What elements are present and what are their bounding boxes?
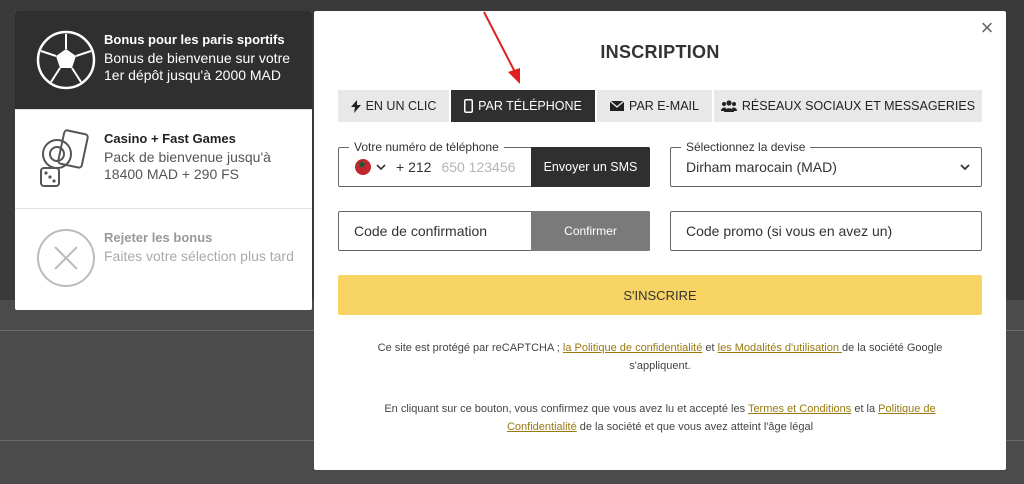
lightning-icon (350, 99, 361, 113)
legal-text: de la société et que vous avez atteint l… (576, 421, 814, 433)
bonus-title: Rejeter les bonus (104, 230, 213, 245)
reject-x-icon (35, 227, 97, 289)
register-button[interactable]: S'INSCRIRE (338, 275, 982, 315)
bonus-title: Bonus pour les paris sportifs (104, 32, 285, 47)
annotation-arrow-icon (483, 11, 520, 84)
bonus-desc: Pack de bienvenue jusqu'à 18400 MAD + 29… (104, 149, 271, 182)
registration-modal: × INSCRIPTION EN UN CLIC PAR TÉLÉPHONE P… (314, 11, 1006, 470)
casino-chips-icon (35, 128, 97, 190)
tab-label: PAR E-MAIL (629, 99, 699, 113)
recaptcha-notice: Ce site est protégé par reCAPTCHA ; la P… (354, 339, 966, 375)
bonus-desc: Bonus de bienvenue sur votre 1er dépôt j… (104, 50, 291, 83)
modal-title: INSCRIPTION (600, 42, 720, 62)
legal-text: et la (851, 403, 879, 415)
currency-value: Dirham marocain (MAD) (686, 159, 837, 175)
promo-code-field[interactable]: Code promo (si vous en avez un) (670, 211, 982, 251)
phone-label: Votre numéro de téléphone (349, 140, 504, 154)
country-code: + 212 (396, 159, 432, 175)
bonus-panel: Bonus pour les paris sportifs Bonus de b… (15, 11, 312, 310)
terms-conditions-link[interactable]: Termes et Conditions (748, 403, 851, 415)
currency-label: Sélectionnez la devise (681, 140, 811, 154)
confirmation-code-placeholder: Code de confirmation (354, 223, 488, 239)
registration-tabs: EN UN CLIC PAR TÉLÉPHONE PAR E-MAIL RÉSE… (338, 90, 982, 122)
soccer-ball-icon (35, 29, 97, 91)
bonus-title: Casino + Fast Games (104, 131, 236, 146)
terms-notice: En cliquant sur ce bouton, vous confirme… (354, 400, 966, 436)
tab-label: PAR TÉLÉPHONE (478, 99, 582, 113)
tab-one-click[interactable]: EN UN CLIC (338, 90, 451, 122)
terms-of-use-link[interactable]: les Modalités d'utilisation (718, 342, 842, 354)
bonus-item-sports[interactable]: Bonus pour les paris sportifs Bonus de b… (15, 11, 312, 110)
tab-phone[interactable]: PAR TÉLÉPHONE (451, 90, 597, 122)
bonus-desc: Faites votre sélection plus tard (104, 248, 294, 264)
bonus-item-reject[interactable]: Rejeter les bonus Faites votre sélection… (15, 209, 312, 308)
confirm-button[interactable]: Confirmer (531, 211, 650, 251)
users-icon (720, 100, 737, 112)
tab-label: EN UN CLIC (365, 99, 437, 113)
chevron-down-icon (959, 161, 971, 173)
send-sms-button[interactable]: Envoyer un SMS (531, 147, 650, 187)
confirmation-code-field[interactable]: Code de confirmation Confirmer (338, 211, 650, 251)
legal-text: En cliquant sur ce bouton, vous confirme… (384, 403, 748, 415)
tab-email[interactable]: PAR E-MAIL (597, 90, 714, 122)
tab-social[interactable]: RÉSEAUX SOCIAUX ET MESSAGERIES (714, 90, 982, 122)
legal-text: Ce site est protégé par reCAPTCHA ; (377, 342, 563, 354)
morocco-flag-icon[interactable] (355, 158, 371, 175)
chevron-down-icon[interactable] (376, 162, 386, 172)
phone-field: Votre numéro de téléphone + 212 Envoyer … (338, 140, 650, 187)
phone-icon (464, 99, 474, 113)
tab-label: RÉSEAUX SOCIAUX ET MESSAGERIES (741, 99, 976, 113)
legal-text: et (702, 342, 718, 354)
close-icon[interactable]: × (976, 17, 998, 39)
bonus-item-casino[interactable]: Casino + Fast Games Pack de bienvenue ju… (15, 110, 312, 209)
phone-input[interactable] (441, 159, 542, 175)
promo-code-placeholder: Code promo (si vous en avez un) (686, 223, 893, 239)
privacy-policy-link[interactable]: la Politique de confidentialité (563, 342, 702, 354)
envelope-icon (610, 101, 625, 111)
currency-select[interactable]: Sélectionnez la devise Dirham marocain (… (670, 140, 982, 187)
